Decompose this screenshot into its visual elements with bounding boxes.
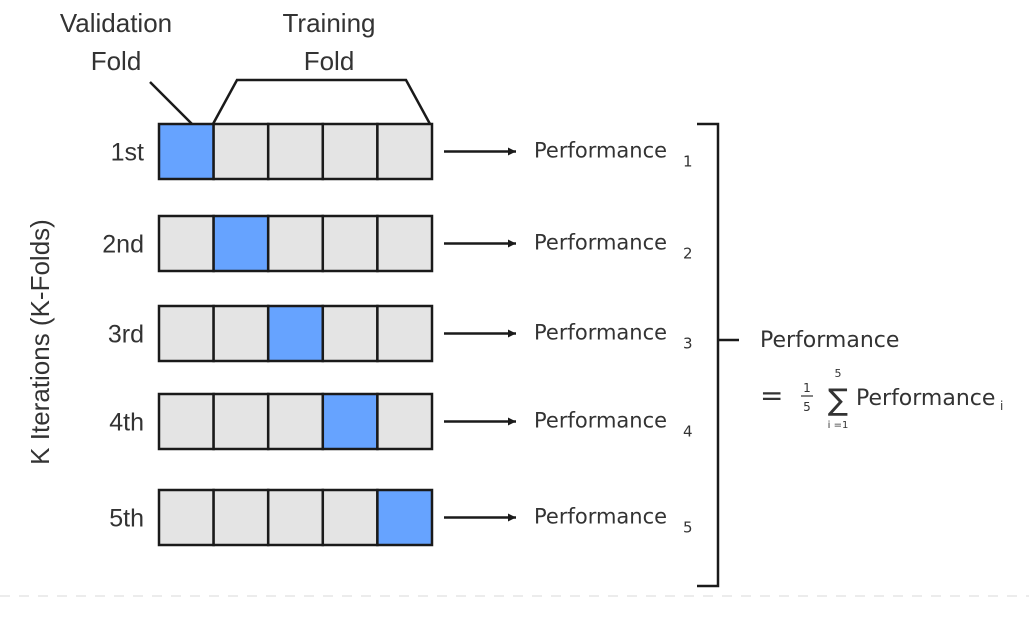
training-fold-bracket — [211, 78, 432, 125]
training-fold-cell — [321, 214, 379, 273]
training-fold-cell — [376, 304, 434, 363]
performance-subscript: 4 — [683, 423, 693, 441]
training-fold-cell — [212, 392, 270, 451]
iteration-label: 3rd — [108, 321, 144, 349]
validation-fold-label-line1: Validation — [60, 8, 172, 38]
y-axis-label: K Iterations (K-Folds) — [25, 219, 55, 465]
training-fold-cell — [321, 488, 379, 547]
iteration-label: 5th — [109, 505, 144, 533]
fraction-numerator: 1 — [803, 381, 811, 395]
training-fold-cell — [266, 122, 325, 181]
validation-pointer-line — [149, 81, 193, 125]
training-fold-cell — [157, 392, 215, 451]
performance-label: Performance — [534, 321, 667, 345]
training-fold-cell — [157, 214, 215, 273]
performance-label: Performance — [534, 505, 667, 529]
performance-label: Performance — [534, 409, 667, 433]
iteration-label: 1st — [111, 139, 144, 167]
training-fold-cell — [266, 488, 325, 547]
training-fold-cell — [321, 122, 379, 181]
validation-fold-cell — [157, 122, 215, 181]
performance-label: Performance — [534, 231, 667, 255]
validation-fold-label-line2: Fold — [91, 46, 142, 76]
iteration-row: 1st Performance 1 — [111, 122, 693, 181]
performance-subscript: 3 — [683, 335, 693, 353]
summary-equals: = — [760, 379, 783, 412]
iteration-row: 4th Performance 4 — [109, 392, 693, 451]
training-fold-cell — [321, 304, 379, 363]
training-fold-cell — [376, 392, 434, 451]
summary-title: Performance — [760, 328, 899, 353]
k-fold-diagram: Validation Fold Training Fold K Iteratio… — [0, 8, 1029, 597]
training-fold-cell — [157, 304, 215, 363]
sigma-symbol: ∑ — [828, 383, 848, 418]
sum-lower-limit: i =1 — [828, 420, 849, 431]
training-fold-cell — [266, 214, 325, 273]
iteration-row: 2nd Performance 2 — [102, 214, 693, 273]
iteration-row: 5th Performance 5 — [109, 488, 693, 547]
training-fold-label-line2: Fold — [304, 46, 355, 76]
training-fold-cell — [157, 488, 215, 547]
training-fold-label-line1: Training — [283, 8, 376, 38]
sum-upper-limit: 5 — [835, 367, 842, 380]
summary-bracket — [697, 122, 720, 588]
iteration-label: 4th — [109, 409, 144, 437]
performance-subscript: 2 — [683, 245, 693, 263]
performance-subscript: 5 — [683, 519, 693, 537]
iterations-group: 1st Performance 1 2nd Performance 2 3rd Perform… — [102, 122, 693, 547]
fraction-denominator: 5 — [803, 400, 811, 414]
validation-fold-cell — [212, 214, 270, 273]
iteration-row: 3rd Performance 3 — [108, 304, 693, 363]
training-fold-cell — [212, 488, 270, 547]
validation-fold-cell — [376, 488, 434, 547]
validation-fold-cell — [266, 304, 325, 363]
training-fold-cell — [376, 122, 434, 181]
performance-subscript: 1 — [683, 153, 693, 171]
sum-term: Performance — [856, 386, 995, 411]
iteration-label: 2nd — [102, 231, 144, 259]
training-fold-cell — [212, 304, 270, 363]
performance-label: Performance — [534, 139, 667, 163]
validation-fold-cell — [321, 392, 379, 451]
training-fold-cell — [212, 122, 270, 181]
training-fold-cell — [376, 214, 434, 273]
sum-term-subscript: i — [1000, 399, 1003, 413]
training-fold-cell — [266, 392, 325, 451]
